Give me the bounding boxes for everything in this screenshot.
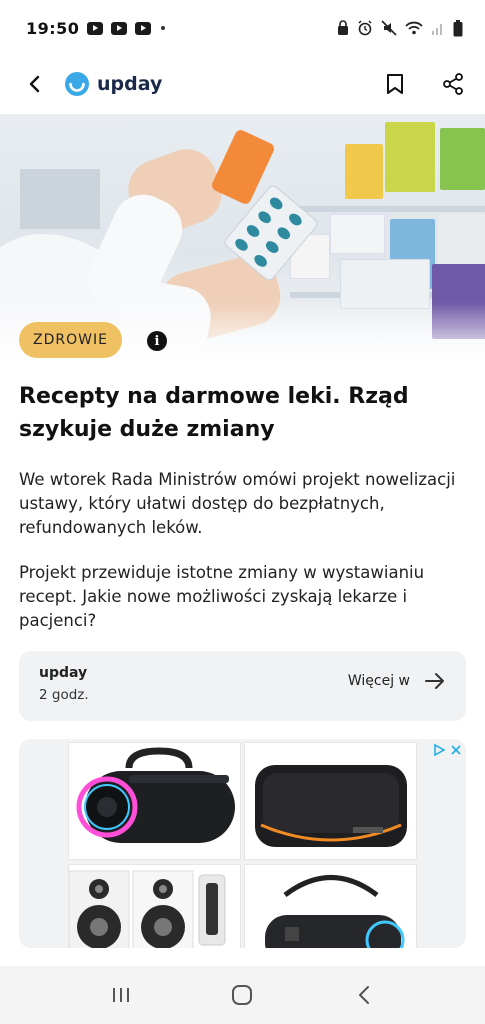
adchoices-icon[interactable] (432, 743, 446, 757)
speaker-image (265, 875, 405, 948)
bookmark-button[interactable] (381, 70, 409, 98)
alarm-icon (358, 20, 372, 36)
ad-tile-speaker-rgb[interactable] (68, 742, 241, 860)
home-button[interactable] (222, 975, 262, 1015)
ad-banner[interactable] (19, 739, 466, 948)
system-nav-bar (0, 966, 485, 1024)
upday-logo-icon (65, 72, 89, 96)
share-icon (443, 73, 463, 95)
pharmacy-box (345, 144, 383, 199)
back-icon (359, 986, 370, 1004)
status-left: 19:50 (26, 18, 166, 38)
signal-icon (432, 24, 442, 35)
pharmacy-box (440, 128, 485, 190)
more-notifications-icon (161, 26, 166, 30)
source-card[interactable]: upday 2 godz. Więcej w (19, 651, 466, 721)
youtube-icon (111, 21, 128, 35)
article-lead-second: Projekt przewiduje istotne zmiany w wyst… (19, 563, 425, 630)
pharmacy-box (385, 122, 435, 192)
article-lead: We wtorek Rada Ministrów omówi projekt n… (19, 470, 456, 537)
more-label: Więcej w (347, 673, 410, 689)
more-link[interactable]: Więcej w (348, 672, 446, 690)
chevron-left-icon (29, 75, 40, 93)
pharmacy-box (330, 214, 385, 254)
info-icon[interactable]: i (147, 331, 167, 351)
back-button[interactable] (18, 68, 50, 100)
shelf (290, 206, 485, 212)
youtube-icon (135, 21, 152, 35)
nav-back-button[interactable] (344, 975, 384, 1015)
category-badge[interactable]: ZDROWIE (19, 322, 122, 358)
speaker-image (76, 747, 235, 843)
mute-icon (381, 20, 397, 36)
app-bar: upday (0, 56, 485, 112)
arrow-right-icon (425, 673, 444, 689)
youtube-icon (87, 21, 104, 35)
recents-button[interactable] (101, 975, 141, 1015)
close-icon[interactable] (450, 744, 462, 756)
app-bar-actions (381, 70, 467, 98)
ad-choices[interactable] (432, 743, 462, 757)
bookmark-icon (387, 74, 403, 94)
ad-tile-speaker-black[interactable] (244, 742, 417, 860)
speaker-image (255, 765, 407, 847)
speaker-image (69, 870, 226, 948)
lock-icon (338, 20, 348, 35)
wifi-icon (405, 21, 423, 35)
ad-tile-speaker-portable[interactable] (244, 864, 417, 948)
pharmacy-box (20, 169, 100, 229)
recents-icon (112, 988, 129, 1002)
status-time: 19:50 (26, 18, 80, 38)
brand-logo: upday (64, 71, 162, 97)
ad-tile-speakers-white[interactable] (68, 864, 241, 948)
home-icon (232, 985, 253, 1005)
share-button[interactable] (439, 70, 467, 98)
battery-icon (453, 19, 463, 36)
brand-name: upday (97, 73, 163, 95)
article-title: Recepty na darmowe leki. Rząd szykuje du… (19, 384, 409, 442)
status-right (337, 19, 463, 37)
status-bar: 19:50 (0, 0, 485, 56)
